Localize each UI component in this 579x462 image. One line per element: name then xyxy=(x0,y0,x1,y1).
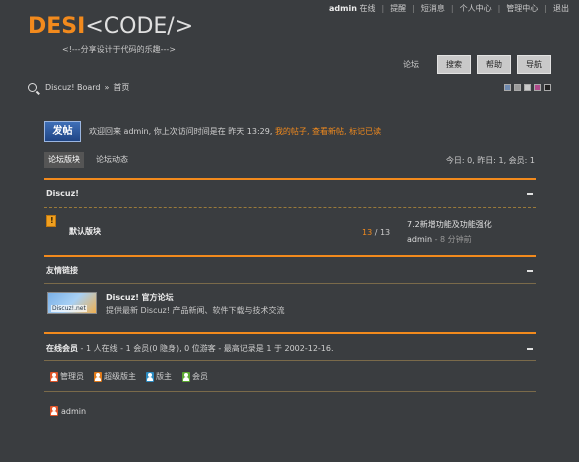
logo-part2: <CODE/> xyxy=(85,14,194,39)
logout-link[interactable]: 退出 xyxy=(553,3,569,14)
welcome-text: 欢迎回来 admin, 你上次访问时间是在 昨天 13:29, xyxy=(89,127,273,136)
nav-search-button[interactable]: 搜索 xyxy=(437,55,471,74)
style-swatch[interactable] xyxy=(544,84,551,91)
forum-posts: 13 xyxy=(379,228,391,237)
forum-counts: 13 / 13 xyxy=(362,228,390,237)
forum-new-icon xyxy=(46,215,56,227)
link-image-label: Discuz!.net xyxy=(51,305,87,312)
divider xyxy=(44,207,536,208)
style-swatch[interactable] xyxy=(504,84,511,91)
profile-link[interactable]: 个人中心 xyxy=(460,3,492,14)
legend-label: 管理员 xyxy=(60,372,84,381)
collapse-icon[interactable] xyxy=(527,270,533,272)
legend-label: 版主 xyxy=(156,372,172,381)
divider: | xyxy=(381,4,385,13)
user-bar: admin 在线 | 提醒 | 短消息 | 个人中心 | 管理中心 | 退出 xyxy=(329,3,569,14)
divider: | xyxy=(412,4,415,13)
user-icon xyxy=(146,371,154,382)
online-status: 在线 xyxy=(359,4,376,13)
my-posts-link[interactable]: 我的帖子 xyxy=(275,127,307,136)
user-group-legend: 管理员 超级版主 版主 会员 xyxy=(50,371,208,382)
friendlinks-title: 友情链接 xyxy=(46,266,78,275)
new-post-button[interactable]: 发帖 xyxy=(44,121,81,142)
online-label[interactable]: 在线会员 xyxy=(46,344,78,353)
new-posts-link[interactable]: 查看新帖 xyxy=(312,127,344,136)
main-nav: 论坛 搜索 帮助 导航 xyxy=(403,55,551,74)
welcome-message: 欢迎回来 admin, 你上次访问时间是在 昨天 13:29, 我的帖子, 查看… xyxy=(89,126,381,137)
online-username[interactable]: admin xyxy=(61,407,86,416)
legend-item: 会员 xyxy=(182,371,208,382)
view-tabs: 论坛版块 论坛动态 xyxy=(44,152,132,168)
mark-read-link[interactable]: 标记已读 xyxy=(349,127,381,136)
admin-center-link[interactable]: 管理中心 xyxy=(506,3,538,14)
divider: | xyxy=(450,4,454,13)
online-summary: 在线会员 - 1 人在线 - 1 会员(0 隐身), 0 位游客 - 最高记录是… xyxy=(46,343,334,354)
user-icon xyxy=(94,371,102,382)
divider xyxy=(44,332,536,334)
user-icon xyxy=(50,371,58,382)
site-slogan: <!---分享设计于代码的乐趣---> xyxy=(62,45,176,54)
style-swatch[interactable] xyxy=(524,84,531,91)
style-switcher xyxy=(504,84,551,91)
online-user-list: admin xyxy=(50,406,86,416)
last-post-title[interactable]: 7.2新增功能及功能强化 xyxy=(407,219,492,230)
forum-stats: 今日: 0, 昨日: 1, 会员: 1 xyxy=(445,156,535,165)
friendlink-description: 提供最新 Discuz! 产品新闻、软件下载与技术交流 xyxy=(106,306,285,315)
tab-forum-activity[interactable]: 论坛动态 xyxy=(92,152,132,168)
discuz-logo-image[interactable]: Discuz!.net xyxy=(47,292,97,314)
messages-link[interactable]: 短消息 xyxy=(421,3,445,14)
legend-item: 管理员 xyxy=(50,371,84,382)
category-title[interactable]: Discuz! xyxy=(46,189,79,198)
divider xyxy=(44,391,536,392)
username-link[interactable]: admin xyxy=(329,4,357,13)
breadcrumb: Discuz! Board » 首页 xyxy=(28,82,129,93)
legend-label: 会员 xyxy=(192,372,208,381)
divider xyxy=(44,283,536,284)
legend-item: 超级版主 xyxy=(94,371,136,382)
divider xyxy=(44,360,536,361)
tab-forum-board[interactable]: 论坛版块 xyxy=(44,152,84,168)
welcome-separator: , xyxy=(306,127,310,136)
user-icon xyxy=(50,406,58,416)
legend-label: 超级版主 xyxy=(104,372,136,381)
welcome-separator: , xyxy=(344,127,347,136)
style-swatch[interactable] xyxy=(514,84,521,91)
forum-name[interactable]: 默认版块 xyxy=(69,226,101,237)
forum-count-separator: / xyxy=(372,228,380,237)
divider: | xyxy=(544,4,547,13)
last-post-meta: admin - 8 分钟前 xyxy=(407,234,472,245)
last-post-author[interactable]: admin xyxy=(407,235,432,244)
online-detail: - 1 人在线 - 1 会员(0 隐身), 0 位游客 - 最高记录是 1 于 … xyxy=(78,344,334,353)
last-post-time: - 8 分钟前 xyxy=(432,235,472,244)
reminders-link[interactable]: 提醒 xyxy=(390,3,406,14)
collapse-icon[interactable] xyxy=(527,348,533,350)
nav-forum[interactable]: 论坛 xyxy=(403,59,419,70)
divider xyxy=(44,178,536,180)
breadcrumb-page: 首页 xyxy=(113,83,130,92)
breadcrumb-site[interactable]: Discuz! Board xyxy=(45,83,100,92)
logo-part1: DESI xyxy=(28,14,86,39)
style-swatch[interactable] xyxy=(534,84,541,91)
user-icon xyxy=(182,371,190,382)
nav-help-button[interactable]: 帮助 xyxy=(477,55,511,74)
legend-item: 版主 xyxy=(146,371,172,382)
breadcrumb-separator: » xyxy=(104,83,110,92)
site-logo[interactable]: DESI<CODE/> xyxy=(28,14,193,39)
nav-guide-button[interactable]: 导航 xyxy=(517,55,551,74)
forum-threads: 13 xyxy=(362,228,373,237)
collapse-icon[interactable] xyxy=(527,193,533,195)
friendlink-name[interactable]: Discuz! 官方论坛 xyxy=(106,292,174,303)
search-icon xyxy=(28,83,37,92)
divider: | xyxy=(497,4,501,13)
divider xyxy=(44,255,536,257)
